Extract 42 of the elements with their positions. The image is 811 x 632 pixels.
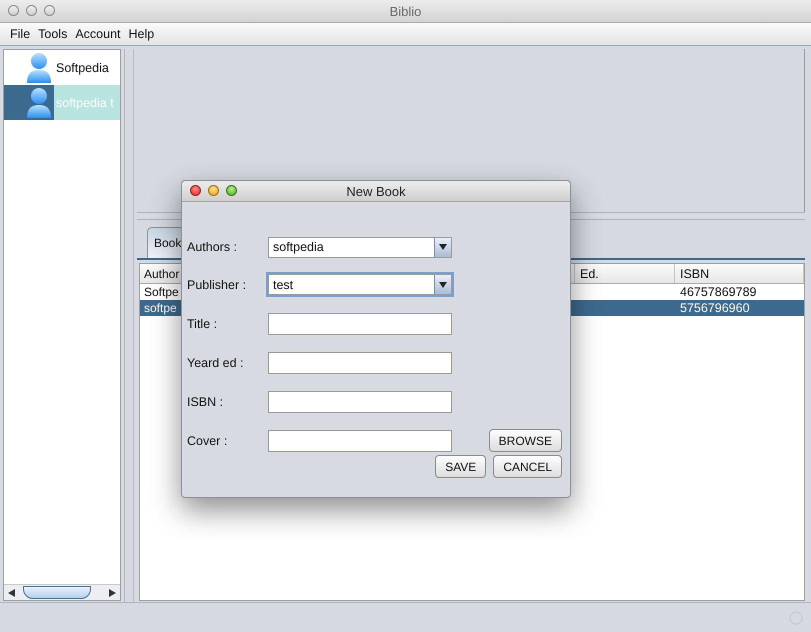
menu-item[interactable]: Help <box>128 27 154 41</box>
dialog-title: New Book <box>346 184 406 198</box>
table-cell: 5756796960 <box>680 301 750 315</box>
horizontal-scrollbar[interactable] <box>4 584 120 600</box>
zoom-button[interactable] <box>226 185 237 196</box>
field-label: Yeard ed : <box>187 356 245 370</box>
menu-item[interactable]: File <box>10 27 30 41</box>
table-cell: 46757869789 <box>680 285 756 299</box>
field-label: Publisher : <box>187 278 248 292</box>
left-arrow-icon[interactable] <box>8 588 15 596</box>
input-field[interactable] <box>268 312 452 334</box>
dialog-button[interactable]: CANCEL <box>493 455 562 478</box>
field-label: ISBN : <box>187 394 224 408</box>
close-button[interactable] <box>8 5 19 16</box>
field-label: Title : <box>187 316 218 330</box>
person-icon <box>26 52 52 84</box>
minimize-button[interactable] <box>208 185 219 196</box>
minimize-button[interactable] <box>26 5 37 16</box>
combo-box[interactable]: softpedia <box>268 236 452 258</box>
column-header[interactable]: ISBN <box>680 266 710 280</box>
column-header[interactable]: Ed. <box>580 266 599 280</box>
splitter-handle[interactable] <box>124 49 134 602</box>
input-field[interactable] <box>268 430 452 452</box>
close-button[interactable] <box>190 185 201 196</box>
person-icon <box>26 86 52 118</box>
column-header[interactable]: Author <box>144 266 180 280</box>
table-cell: Softpe <box>144 285 179 299</box>
table-cell: softpe <box>144 301 177 315</box>
dropdown-arrow-icon <box>439 282 447 288</box>
window-title: Biblio <box>390 4 422 18</box>
right-arrow-icon[interactable] <box>109 588 116 596</box>
input-field[interactable] <box>268 390 452 412</box>
menu-item[interactable]: Account <box>75 27 121 41</box>
combo-box[interactable]: test <box>268 274 452 295</box>
browse-button[interactable]: BROWSE <box>488 429 562 452</box>
scroll-thumb[interactable] <box>23 586 91 599</box>
zoom-button[interactable] <box>44 5 55 16</box>
field-label: Cover : <box>187 434 228 448</box>
dropdown-arrow-icon <box>439 244 447 250</box>
menu-item[interactable]: Tools <box>38 27 68 41</box>
dialog-button[interactable]: SAVE <box>435 455 486 478</box>
input-field[interactable] <box>268 352 452 374</box>
